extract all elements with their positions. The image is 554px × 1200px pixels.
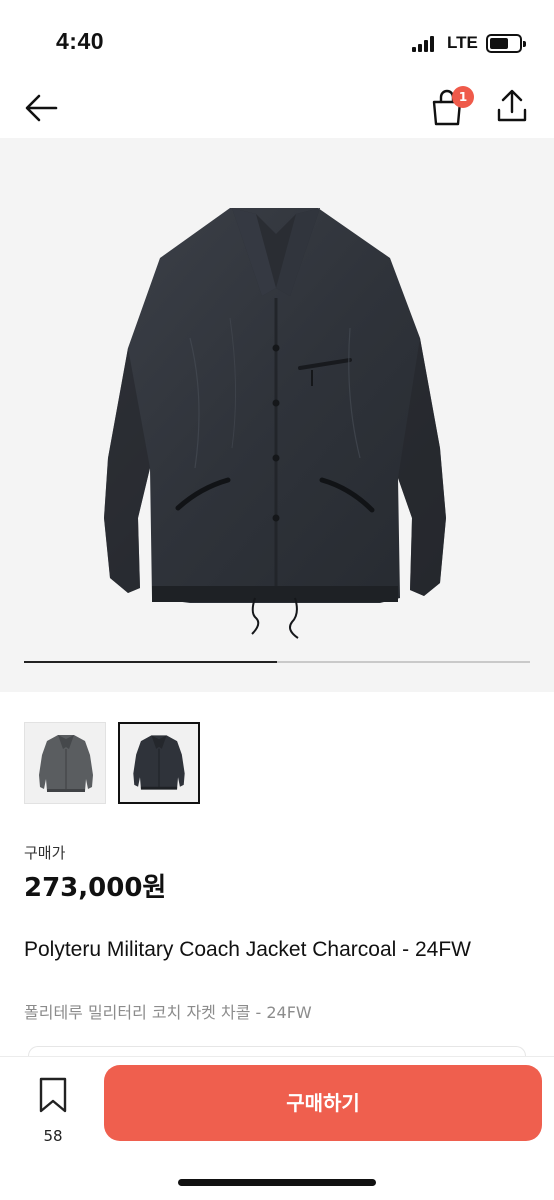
thumbnail-1[interactable]: [24, 722, 106, 804]
arrow-left-icon: [25, 94, 58, 122]
home-indicator: [178, 1179, 376, 1186]
bookmark-icon: [39, 1077, 67, 1113]
jacket-image-gray: [39, 735, 93, 792]
share-button[interactable]: [494, 86, 530, 126]
network-label: LTE: [447, 33, 478, 52]
top-nav: 1: [0, 80, 554, 138]
share-icon: [497, 89, 527, 122]
back-button[interactable]: [22, 88, 62, 128]
product-image-carousel[interactable]: [0, 138, 554, 692]
carousel-progress-fill: [24, 661, 277, 663]
jacket-image-charcoal: [104, 208, 446, 639]
thumbnail-2[interactable]: [118, 722, 200, 804]
buy-button[interactable]: 구매하기: [104, 1065, 542, 1141]
bottom-action-bar: 58 구매하기: [0, 1056, 554, 1200]
battery-icon: [486, 34, 526, 53]
signal-icon: [412, 36, 438, 52]
product-title: Polyteru Military Coach Jacket Charcoal …: [24, 938, 471, 961]
cart-button[interactable]: 1: [428, 84, 476, 128]
price-label: 구매가: [24, 844, 66, 862]
bookmark-count: 58: [43, 1127, 63, 1145]
product-subtitle-korean: 폴리테루 밀리터리 코치 자켓 차콜 - 24FW: [24, 1003, 312, 1022]
carousel-progress-track: [24, 661, 530, 663]
status-time: 4:40: [56, 28, 105, 54]
product-price: 273,000원: [24, 873, 167, 903]
jacket-image-charcoal-thumb: [133, 735, 185, 790]
cart-count-badge: 1: [452, 86, 474, 108]
status-bar: 4:40 LTE: [0, 0, 554, 80]
bookmark-button[interactable]: 58: [30, 1075, 76, 1145]
